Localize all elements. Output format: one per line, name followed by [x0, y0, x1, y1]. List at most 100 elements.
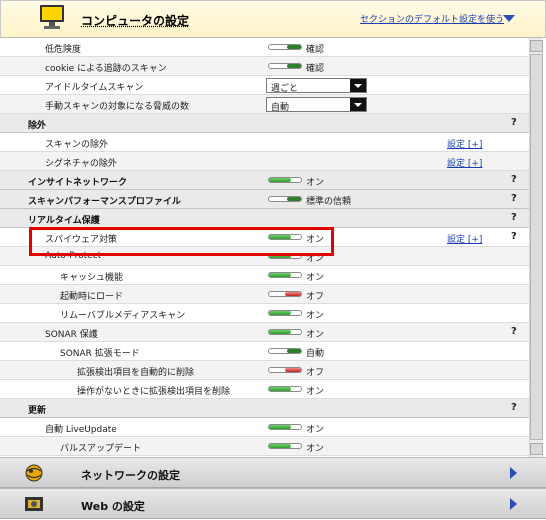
scroll-down-arrow-icon[interactable]	[530, 443, 543, 455]
select-value: 自動	[271, 103, 290, 113]
setting-row-scan-exclusions: スキャンの除外 設定 [+]	[0, 133, 529, 152]
toggle-switch[interactable]	[268, 310, 302, 316]
toggle-switch[interactable]	[268, 386, 302, 392]
help-icon[interactable]: ?	[511, 212, 517, 223]
toggle-state: オン	[306, 178, 325, 188]
row-label: 自動 LiveUpdate	[45, 425, 117, 435]
section-exclusions: 除外 ?	[0, 114, 529, 133]
section-label: リアルタイム保護	[28, 216, 100, 226]
configure-link[interactable]: 設定 [+]	[447, 156, 482, 169]
help-icon[interactable]: ?	[511, 117, 517, 128]
computer-settings-header[interactable]: コンピュータの設定 セクションのデフォルト設定を使う	[0, 0, 546, 38]
web-film-icon	[25, 497, 43, 511]
row-label: cookie による追跡のスキャン	[45, 64, 167, 74]
setting-row-cookie-tracking: cookie による追跡のスキャン 確認	[0, 57, 529, 76]
toggle-state: オフ	[306, 292, 325, 302]
section-updates: 更新 ?	[0, 399, 529, 418]
setting-row-manual-scan-threats: 手動スキャンの対象になる脅威の数 自動	[0, 95, 529, 114]
setting-row-cache: キャッシュ機能 オン	[0, 266, 529, 285]
setting-row-idle-scan: アイドルタイムスキャン 週ごと	[0, 76, 529, 95]
setting-row-pulse-update: パルスアップデート オン	[0, 437, 529, 456]
setting-row-auto-liveupdate: 自動 LiveUpdate オン	[0, 418, 529, 437]
setting-row-low-risk: 低危険度 確認	[0, 38, 529, 57]
toggle-switch[interactable]	[268, 177, 302, 183]
toggle-switch[interactable]	[268, 272, 302, 278]
toggle-switch[interactable]	[268, 329, 302, 335]
row-label: シグネチャの除外	[45, 159, 117, 169]
toggle-state: オン	[306, 425, 325, 435]
row-label: 拡張検出項目を自動的に削除	[77, 368, 195, 378]
network-settings-label: ネットワークの設定	[81, 469, 180, 482]
section-realtime-protection: リアルタイム保護 ?	[0, 209, 529, 228]
row-label: スキャンの除外	[45, 140, 109, 150]
section-label: スキャンパフォーマンスプロファイル	[28, 197, 181, 207]
setting-row-auto-remove-extended: 拡張検出項目を自動的に削除 オフ	[0, 361, 529, 380]
chevron-down-icon[interactable]	[503, 15, 515, 23]
toggle-state: オン	[306, 444, 325, 454]
row-label: リムーバブルメディアスキャン	[60, 311, 186, 321]
toggle-switch[interactable]	[268, 196, 302, 202]
select-value: 週ごと	[271, 84, 299, 94]
row-label: 起動時にロード	[60, 292, 124, 302]
help-icon[interactable]: ?	[511, 402, 517, 413]
dropdown-arrow-icon[interactable]	[350, 79, 366, 92]
toggle-state: オン	[306, 330, 325, 340]
page-title: コンピュータの設定	[81, 14, 190, 28]
section-label: インサイトネットワーク	[28, 178, 128, 188]
setting-row-sonar: SONAR 保護 オン ?	[0, 323, 529, 342]
idle-scan-select[interactable]: 週ごと	[266, 78, 367, 94]
toggle-state: 確認	[306, 45, 325, 55]
vertical-scrollbar[interactable]	[529, 38, 543, 457]
toggle-switch[interactable]	[268, 348, 302, 354]
setting-row-load-at-startup: 起動時にロード オフ	[0, 285, 529, 304]
scroll-thumb[interactable]	[530, 54, 543, 440]
toggle-switch[interactable]	[268, 44, 302, 50]
toggle-switch[interactable]	[268, 291, 302, 297]
configure-link[interactable]: 設定 [+]	[447, 232, 482, 245]
section-label: 除外	[28, 121, 47, 131]
section-scan-performance-profile: スキャンパフォーマンスプロファイル 標準の信頼 ?	[0, 190, 529, 209]
chevron-right-icon[interactable]	[510, 467, 517, 479]
toggle-state: オン	[306, 273, 325, 283]
web-settings-label: Web の設定	[81, 500, 145, 513]
help-icon[interactable]: ?	[511, 231, 517, 242]
setting-row-remove-when-idle: 操作がないときに拡張検出項目を削除 オン	[0, 380, 529, 399]
toggle-state: オン	[306, 387, 325, 397]
setting-row-signature-exclusions: シグネチャの除外 設定 [+]	[0, 152, 529, 171]
row-label: アイドルタイムスキャン	[45, 83, 144, 93]
setting-row-sonar-advanced-mode: SONAR 拡張モード 自動	[0, 342, 529, 361]
toggle-switch[interactable]	[268, 367, 302, 373]
toggle-state: オン	[306, 311, 325, 321]
row-label: キャッシュ機能	[60, 273, 124, 283]
toggle-state: 標準の信頼	[306, 197, 352, 207]
network-settings-bar[interactable]: ネットワークの設定	[0, 457, 546, 488]
row-label: 操作がないときに拡張検出項目を削除	[77, 387, 231, 397]
help-icon[interactable]: ?	[511, 326, 517, 337]
toggle-switch[interactable]	[268, 424, 302, 430]
help-icon[interactable]: ?	[511, 174, 517, 185]
section-insight-network: インサイトネットワーク オン ?	[0, 171, 529, 190]
toggle-state: オフ	[306, 368, 325, 378]
help-icon[interactable]: ?	[511, 193, 517, 204]
chevron-right-icon[interactable]	[510, 498, 517, 510]
configure-link[interactable]: 設定 [+]	[447, 137, 482, 150]
computer-icon	[40, 5, 64, 29]
use-section-defaults-link[interactable]: セクションのデフォルト設定を使う	[360, 12, 504, 25]
row-label: 低危険度	[45, 45, 82, 55]
manual-scan-threats-select[interactable]: 自動	[266, 97, 367, 113]
row-label: SONAR 保護	[45, 330, 98, 340]
toggle-state: 確認	[306, 64, 325, 74]
toggle-switch[interactable]	[268, 63, 302, 69]
globe-network-icon	[25, 464, 43, 482]
dropdown-arrow-icon[interactable]	[350, 98, 366, 111]
toggle-switch[interactable]	[268, 443, 302, 449]
row-label: SONAR 拡張モード	[60, 349, 140, 359]
row-label: 手動スキャンの対象になる脅威の数	[45, 102, 190, 112]
web-settings-bar[interactable]: Web の設定	[0, 488, 546, 519]
section-label: 更新	[28, 406, 47, 416]
scroll-up-arrow-icon[interactable]	[530, 40, 543, 52]
highlight-box	[29, 227, 334, 256]
row-label: パルスアップデート	[60, 444, 142, 454]
setting-row-removable-media-scan: リムーバブルメディアスキャン オン	[0, 304, 529, 323]
toggle-state: 自動	[306, 349, 325, 359]
